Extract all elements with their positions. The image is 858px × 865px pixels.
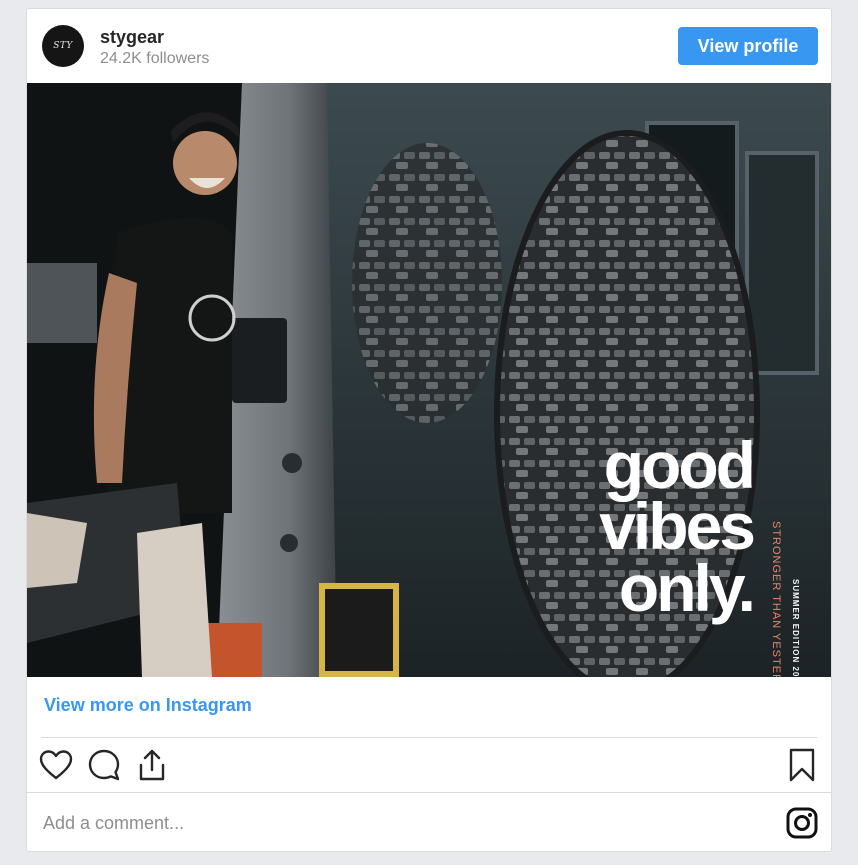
- comment-input[interactable]: [41, 807, 645, 839]
- instagram-embed-card: STY stygear 24.2K followers View profile: [26, 8, 832, 852]
- avatar[interactable]: STY: [42, 25, 84, 67]
- overlay-line-3: only.: [618, 550, 756, 625]
- overlay-line-1: good: [603, 428, 756, 502]
- post-header: STY stygear 24.2K followers View profile: [27, 9, 831, 83]
- heart-icon[interactable]: [39, 748, 73, 782]
- overlay-edition: SUMMER EDITION 2022: [791, 579, 800, 677]
- action-bar: [27, 738, 831, 792]
- comment-row: [27, 793, 831, 851]
- comment-icon[interactable]: [87, 748, 121, 782]
- overlay-headline: good vibes only.: [599, 428, 756, 625]
- view-profile-button[interactable]: View profile: [678, 27, 818, 65]
- post-image[interactable]: good vibes only. STRONGER THAN YESTERDAY…: [27, 83, 831, 677]
- username[interactable]: stygear: [100, 27, 164, 48]
- view-more-link[interactable]: View more on Instagram: [44, 695, 252, 716]
- instagram-icon[interactable]: [785, 806, 819, 840]
- overlay-tagline: STRONGER THAN YESTERDAY: [770, 521, 782, 677]
- overlay-line-2: vibes: [599, 489, 756, 564]
- bookmark-icon[interactable]: [785, 748, 819, 782]
- share-icon[interactable]: [135, 748, 169, 782]
- avatar-logo: STY: [53, 41, 73, 51]
- follower-count: 24.2K followers: [100, 50, 210, 67]
